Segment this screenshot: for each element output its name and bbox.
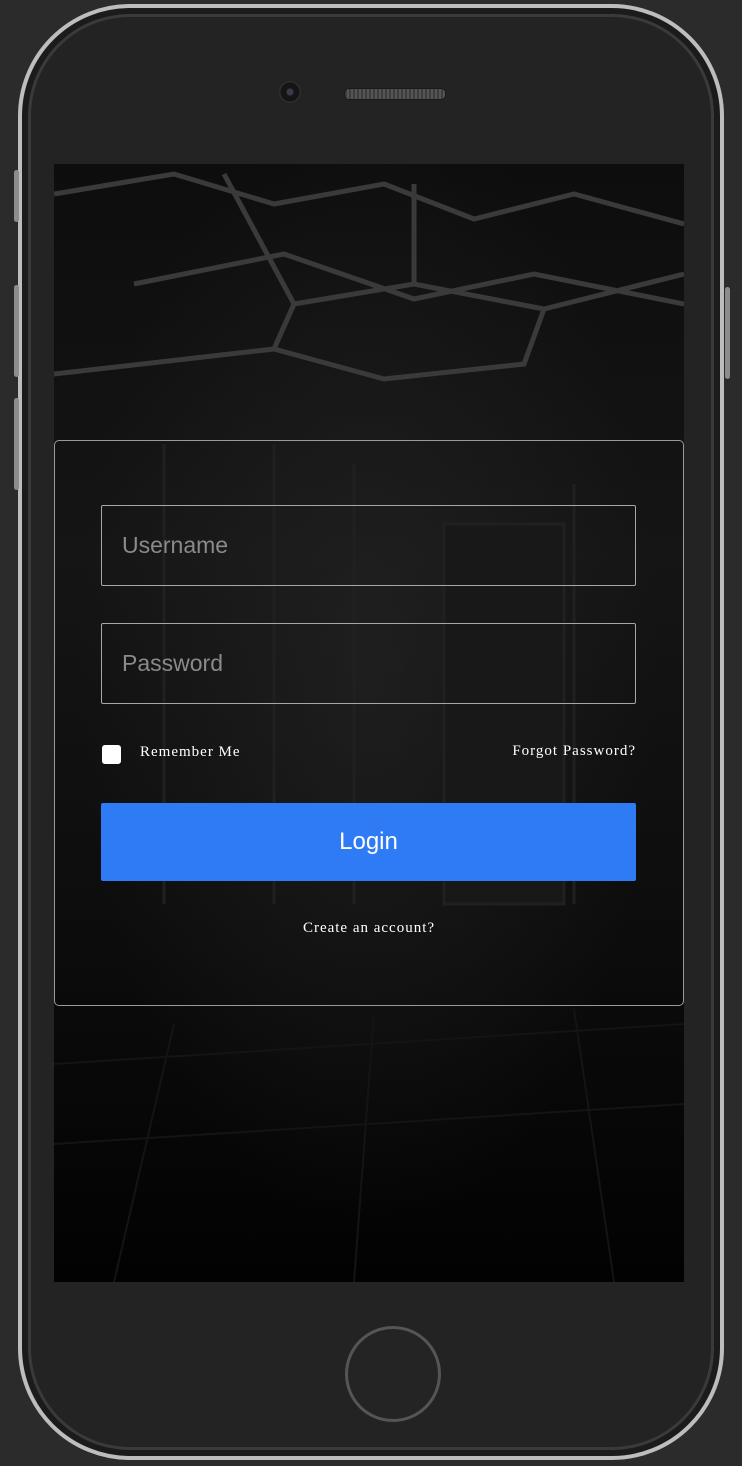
login-button[interactable]: Login <box>101 803 636 881</box>
login-card: Remember Me Forgot Password? Login Creat… <box>54 440 684 1006</box>
password-input[interactable] <box>101 623 636 704</box>
forgot-password-link[interactable]: Forgot Password? <box>512 743 636 760</box>
remember-me-checkbox[interactable] <box>102 745 121 764</box>
username-input[interactable] <box>101 505 636 586</box>
remember-me-label: Remember Me <box>140 744 241 760</box>
volume-down-button <box>14 398 19 490</box>
volume-up-button <box>14 285 19 377</box>
mute-switch <box>14 170 19 222</box>
app-screen: Remember Me Forgot Password? Login Creat… <box>54 164 684 1282</box>
home-button[interactable] <box>345 1326 441 1422</box>
speaker-icon <box>344 88 446 100</box>
create-account-link[interactable]: Create an account? <box>55 920 683 937</box>
camera-icon <box>279 81 301 103</box>
power-button <box>725 287 730 379</box>
